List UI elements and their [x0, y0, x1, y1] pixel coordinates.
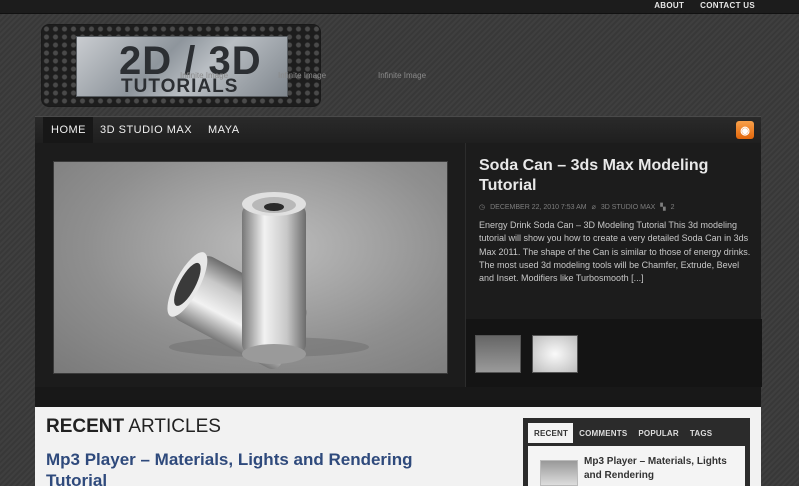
featured-info: Soda Can – 3ds Max Modeling Tutorial ◷ D… [465, 143, 762, 407]
site-logo[interactable]: 2D / 3D TUTORIALS [41, 24, 321, 107]
clock-icon: ◷ [479, 204, 486, 211]
widget-tabs: RECENT COMMENTS POPULAR TAGS [528, 423, 717, 443]
featured-date: DECEMBER 22, 2010 7:53 AM [490, 203, 587, 211]
nav-home[interactable]: HOME [43, 117, 93, 143]
heading-bold: RECENT [46, 416, 125, 437]
infinite-image-label: Infinite Image [180, 71, 229, 80]
featured-slider: Soda Can – 3ds Max Modeling Tutorial ◷ D… [35, 143, 762, 407]
tab-comments[interactable]: COMMENTS [573, 423, 632, 443]
logo-plate: 2D / 3D TUTORIALS [76, 36, 288, 97]
tab-tags[interactable]: TAGS [684, 423, 717, 443]
featured-comments[interactable]: 2 [671, 204, 675, 211]
featured-excerpt: Energy Drink Soda Can – 3D Modeling Tuto… [479, 220, 751, 284]
slider-thumbnail[interactable] [475, 335, 521, 373]
post-title[interactable]: Mp3 Player – Materials, Lights and Rende… [46, 449, 466, 486]
thumbnail-strip [466, 319, 762, 387]
nav-3d-studio-max[interactable]: 3D STUDIO MAX [100, 124, 192, 136]
slider-footer [35, 387, 761, 407]
widget-body: Mp3 Player – Materials, Lights and Rende… [528, 446, 745, 486]
top-bar: ABOUT CONTACT US [0, 0, 799, 14]
rss-icon[interactable]: ◉ [736, 121, 754, 139]
main-nav: HOME 3D STUDIO MAX MAYA ◉ [35, 116, 761, 143]
tag-icon: ⌀ [591, 204, 596, 211]
recent-articles-heading: RECENT ARTICLES [46, 416, 221, 438]
infinite-image-label: Infinite Image [278, 71, 327, 80]
nav-maya[interactable]: MAYA [208, 124, 240, 136]
featured-image[interactable] [53, 161, 448, 374]
comments-icon: ▚ [660, 204, 666, 211]
tabbed-widget: RECENT COMMENTS POPULAR TAGS Mp3 Player … [523, 418, 750, 486]
contact-us-link[interactable]: CONTACT US [700, 1, 755, 10]
tab-recent[interactable]: RECENT [528, 423, 574, 443]
heading-rest: ARTICLES [128, 416, 221, 437]
widget-item-thumbnail[interactable] [540, 460, 578, 486]
slider-thumbnail[interactable] [532, 335, 578, 373]
widget-item-title[interactable]: Mp3 Player – Materials, Lights and Rende… [584, 455, 734, 483]
about-link[interactable]: ABOUT [654, 1, 684, 10]
featured-meta: ◷ DECEMBER 22, 2010 7:53 AM ⌀ 3D STUDIO … [479, 203, 675, 212]
featured-title[interactable]: Soda Can – 3ds Max Modeling Tutorial [479, 156, 749, 196]
featured-category[interactable]: 3D STUDIO MAX [601, 204, 655, 211]
main-content: RECENT ARTICLES Mp3 Player – Materials, … [35, 407, 761, 486]
tab-popular[interactable]: POPULAR [632, 423, 684, 443]
infinite-image-label: Infinite Image [378, 71, 427, 80]
top-nav: ABOUT CONTACT US [654, 1, 755, 10]
